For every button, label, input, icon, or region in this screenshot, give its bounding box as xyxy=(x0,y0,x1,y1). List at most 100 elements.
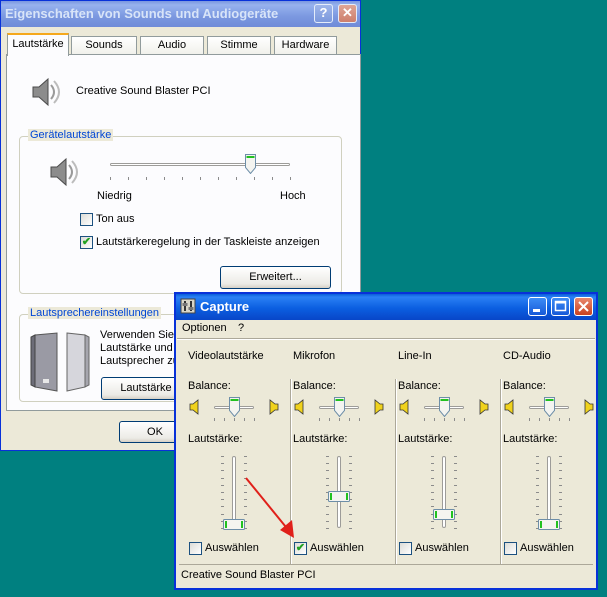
volume-tick xyxy=(454,456,457,457)
speaker-left-icon xyxy=(399,399,409,415)
volume-tick xyxy=(559,456,562,457)
select-checkbox[interactable] xyxy=(504,542,517,555)
advanced-button[interactable]: Erweitert... xyxy=(220,266,331,289)
balance-slider[interactable] xyxy=(334,397,345,417)
menu-optionen[interactable]: Optionen xyxy=(182,322,227,334)
volume-label: Lautstärke: xyxy=(398,433,453,445)
volume-tick xyxy=(536,463,539,465)
volume-tick xyxy=(326,470,329,472)
volume-tick xyxy=(221,477,224,479)
speaker-settings-legend: Lautsprechereinstellungen xyxy=(28,307,162,319)
device-volume-tick xyxy=(272,177,273,180)
volume-tick xyxy=(349,506,352,508)
tab-hardware[interactable]: Hardware xyxy=(274,36,337,55)
volume-tick xyxy=(326,520,329,522)
volume-tick xyxy=(454,477,457,479)
select-checkbox[interactable] xyxy=(399,542,412,555)
balance-label: Balance: xyxy=(188,380,231,392)
device-volume-tick xyxy=(236,177,237,180)
volume-slider[interactable] xyxy=(328,490,350,502)
volume-tick xyxy=(454,506,457,508)
speaker-icon xyxy=(32,77,60,107)
device-volume-legend: Gerätelautstärke xyxy=(28,129,114,141)
volume-tick xyxy=(349,463,352,465)
volume-tick xyxy=(536,499,539,501)
capture-window: Capture Optionen ? Videolautstärke Balanc… xyxy=(174,292,598,590)
volume-tick xyxy=(244,470,247,472)
volume-tick xyxy=(326,463,329,465)
balance-slider[interactable] xyxy=(229,397,240,417)
channel-separator xyxy=(395,379,397,569)
volume-tick xyxy=(431,484,434,486)
balance-tick xyxy=(444,418,445,421)
volume-tick xyxy=(559,513,562,515)
volume-tick xyxy=(431,528,434,529)
balance-tick xyxy=(454,418,455,421)
volume-tick xyxy=(326,506,329,508)
tab-sounds[interactable]: Sounds xyxy=(71,36,137,55)
volume-tick xyxy=(221,463,224,465)
volume-label: Lautstärke: xyxy=(293,433,348,445)
menu-help[interactable]: ? xyxy=(238,322,244,334)
close-button[interactable]: ✕ xyxy=(338,4,357,23)
volume-tick xyxy=(349,528,352,529)
volume-tick xyxy=(431,506,434,508)
volume-tick xyxy=(221,492,224,493)
speaker-right-icon xyxy=(269,399,279,415)
menu-separator xyxy=(177,338,595,340)
maximize-button[interactable] xyxy=(551,297,570,316)
volume-tick xyxy=(454,470,457,472)
device-volume-slider[interactable] xyxy=(245,154,257,174)
tab-stimme[interactable]: Stimme xyxy=(207,36,271,55)
select-checkbox[interactable] xyxy=(189,542,202,555)
device-volume-tick xyxy=(110,177,111,180)
volume-tick xyxy=(349,520,352,522)
volume-tick xyxy=(454,499,457,501)
volume-tick xyxy=(221,513,224,515)
taskbar-checkbox[interactable]: ✔ xyxy=(80,236,93,249)
channel-name: Videolautstärke xyxy=(188,350,264,362)
select-checkbox[interactable]: ✔ xyxy=(294,542,307,555)
balance-slider[interactable] xyxy=(544,397,555,417)
speaker-right-icon xyxy=(584,399,594,415)
volume-tick xyxy=(536,470,539,472)
mute-checkbox[interactable] xyxy=(80,213,93,226)
volume-tick xyxy=(559,506,562,508)
volume-tick xyxy=(326,528,329,529)
volume-tick xyxy=(244,456,247,457)
volume-tick xyxy=(431,470,434,472)
tab-lautstaerke[interactable]: Lautstärke xyxy=(7,33,69,56)
balance-tick xyxy=(349,418,350,421)
capture-title: Capture xyxy=(200,299,250,314)
annotation-arrow xyxy=(245,477,294,538)
volume-track xyxy=(547,456,551,528)
low-label: Niedrig xyxy=(97,190,132,202)
taskbar-label: Lautstärkeregelung in der Taskleiste anz… xyxy=(96,236,320,248)
capture-titlebar[interactable]: Capture xyxy=(176,294,596,320)
volume-tick xyxy=(454,492,457,493)
volume-tick xyxy=(221,499,224,501)
volume-tick xyxy=(559,463,562,465)
capture-close-button[interactable] xyxy=(574,297,593,316)
device-volume-tick xyxy=(218,177,219,180)
volume-tick xyxy=(349,513,352,515)
speakers-icon xyxy=(30,332,90,392)
volume-slider[interactable] xyxy=(538,519,560,531)
volume-slider[interactable] xyxy=(433,508,455,520)
tab-audio[interactable]: Audio xyxy=(140,36,204,55)
channel-separator xyxy=(500,379,502,569)
mute-label: Ton aus xyxy=(96,213,135,225)
select-label: Auswählen xyxy=(520,542,574,554)
volume-tick xyxy=(349,456,352,457)
properties-titlebar[interactable]: Eigenschaften von Sounds und Audiogeräte… xyxy=(1,1,360,27)
balance-slider[interactable] xyxy=(439,397,450,417)
volume-tick xyxy=(536,484,539,486)
help-button[interactable]: ? xyxy=(314,4,333,23)
minimize-button[interactable] xyxy=(528,297,547,316)
balance-tick xyxy=(339,418,340,421)
speaker-left-icon xyxy=(504,399,514,415)
mixer-app-icon xyxy=(180,298,196,314)
volume-tick xyxy=(221,470,224,472)
balance-label: Balance: xyxy=(503,380,546,392)
balance-label: Balance: xyxy=(398,380,441,392)
